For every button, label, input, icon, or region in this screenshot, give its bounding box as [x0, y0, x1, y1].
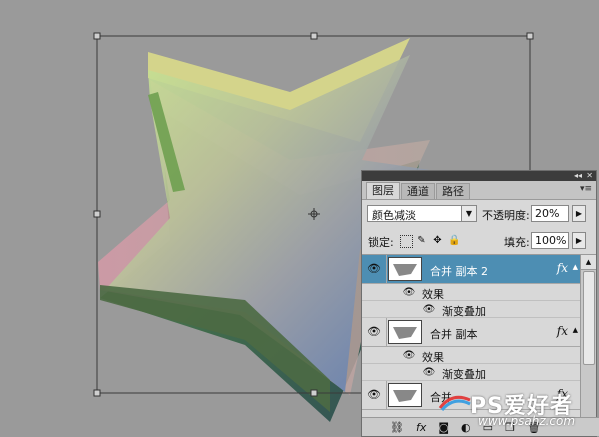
layer-thumbnail	[388, 257, 422, 281]
gradient-overlay-label: 渐变叠加	[442, 305, 486, 318]
eye-icon[interactable]: 👁	[420, 301, 438, 318]
tab-paths[interactable]: 路径	[436, 183, 470, 199]
watermark-logo	[438, 395, 471, 412]
watermark: PS爱好者 www.psahz.com	[430, 384, 598, 434]
lock-brush-icon[interactable]: ✎	[416, 235, 427, 246]
lock-all-icon[interactable]: 🔒	[448, 235, 460, 246]
fill-input[interactable]: 100%	[531, 232, 569, 249]
add-style-icon[interactable]: fx	[416, 421, 426, 434]
eye-icon[interactable]: 👁	[400, 347, 418, 364]
panel-menu-icon[interactable]: ▾≡	[580, 184, 592, 194]
layer-thumbnail	[388, 320, 422, 344]
expand-effects-icon[interactable]: ▲	[573, 326, 578, 334]
eye-icon[interactable]: 👁	[365, 261, 383, 277]
layer-row-merge-copy[interactable]: 👁 合并 副本 fx ▲	[362, 318, 580, 347]
effects-row[interactable]: 👁 效果	[362, 347, 580, 364]
fill-label: 填充:	[504, 236, 530, 249]
gradient-overlay-row[interactable]: 👁 渐变叠加	[362, 301, 580, 318]
fx-icon[interactable]: fx	[557, 324, 568, 338]
gradient-overlay-label: 渐变叠加	[442, 368, 486, 381]
eye-icon[interactable]: 👁	[420, 364, 438, 381]
layer-name[interactable]: 合并 副本 2	[430, 263, 488, 279]
lock-label: 锁定:	[368, 236, 394, 249]
opacity-slider-button[interactable]: ▶	[572, 205, 586, 222]
effects-label: 效果	[422, 351, 444, 364]
collapse-icon[interactable]: ◂◂	[574, 171, 582, 181]
panel-tabs: 图层 通道 路径 ▾≡	[362, 181, 596, 200]
effects-row[interactable]: 👁 效果	[362, 284, 580, 301]
tab-layers[interactable]: 图层	[366, 182, 400, 199]
fx-icon[interactable]: fx	[557, 261, 568, 275]
layer-row-merge-copy-2[interactable]: 👁 合并 副本 2 fx ▲	[362, 255, 580, 284]
link-layers-icon[interactable]: ⛓	[390, 421, 404, 434]
eye-icon[interactable]: 👁	[365, 387, 383, 403]
expand-effects-icon[interactable]: ▲	[573, 263, 578, 271]
close-icon[interactable]: ✕	[586, 171, 593, 181]
layer-thumbnail	[388, 383, 422, 407]
chevron-down-icon[interactable]: ▼	[461, 206, 476, 221]
gradient-overlay-row[interactable]: 👁 渐变叠加	[362, 364, 580, 381]
panel-titlebar[interactable]: ◂◂ ✕	[362, 171, 596, 181]
effects-label: 效果	[422, 288, 444, 301]
tab-channels[interactable]: 通道	[401, 183, 435, 199]
opacity-label: 不透明度:	[482, 209, 530, 222]
eye-icon[interactable]: 👁	[400, 284, 418, 301]
watermark-url: www.psahz.com	[478, 414, 576, 428]
blend-mode-select[interactable]: 颜色减淡 ▼	[367, 205, 477, 222]
layer-name[interactable]: 合并 副本	[430, 326, 478, 342]
lock-transparent-icon[interactable]	[400, 235, 413, 248]
opacity-input[interactable]: 20%	[531, 205, 569, 222]
lock-move-icon[interactable]: ✥	[432, 235, 443, 246]
scroll-thumb[interactable]	[583, 271, 595, 365]
lock-row: 锁定: ✎ ✥ 🔒 填充: 100% ▶	[362, 228, 596, 255]
blend-row: 颜色减淡 ▼ 不透明度: 20% ▶	[362, 200, 596, 228]
eye-icon[interactable]: 👁	[365, 324, 383, 340]
blend-mode-value: 颜色减淡	[372, 209, 416, 222]
fill-slider-button[interactable]: ▶	[572, 232, 586, 249]
scroll-up-icon[interactable]: ▲	[581, 255, 596, 270]
